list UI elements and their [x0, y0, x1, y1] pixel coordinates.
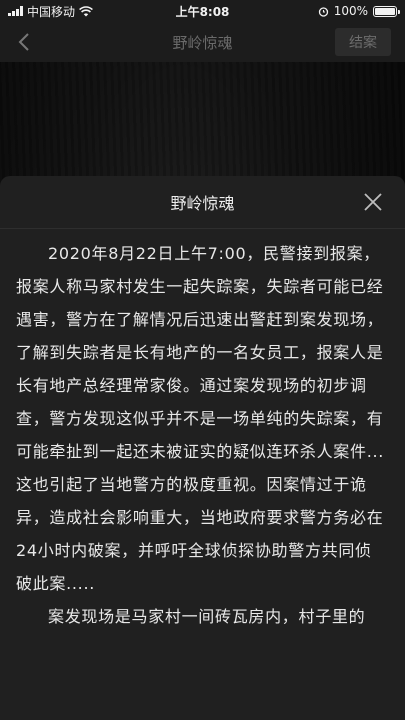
status-right: 100% [257, 4, 400, 18]
case-intro-modal: 野岭惊魂 2020年8月22日上午7:00，民警接到报案，报案人称马家村发生一起… [0, 176, 405, 720]
close-case-button[interactable]: 结案 [335, 28, 391, 56]
modal-title: 野岭惊魂 [170, 194, 235, 213]
signal-icon [8, 6, 23, 16]
status-left: 中国移动 [8, 3, 148, 20]
case-story-text: 2020年8月22日上午7:00，民警接到报案，报案人称马家村发生一起失踪案，失… [0, 229, 405, 633]
status-bar: 中国移动 上午8:08 100% [0, 0, 405, 22]
chevron-left-icon[interactable] [12, 30, 36, 54]
status-time: 上午8:08 [175, 4, 230, 19]
nav-bar: 野岭惊魂 结案 [0, 22, 405, 62]
story-paragraph: 案发现场是马家村一间砖瓦房内，村子里的 [48, 607, 366, 626]
wifi-icon [79, 5, 93, 16]
alarm-icon [318, 6, 328, 17]
carrier-label: 中国移动 [27, 4, 76, 19]
battery-icon [373, 5, 400, 17]
page-title: 野岭惊魂 [172, 33, 233, 52]
modal-header: 野岭惊魂 [0, 176, 405, 228]
battery-percent: 100% [333, 4, 368, 18]
close-icon[interactable] [361, 190, 385, 214]
story-paragraph: 2020年8月22日上午7:00，民警接到报案，报案人称马家村发生一起失踪案，失… [16, 244, 385, 593]
